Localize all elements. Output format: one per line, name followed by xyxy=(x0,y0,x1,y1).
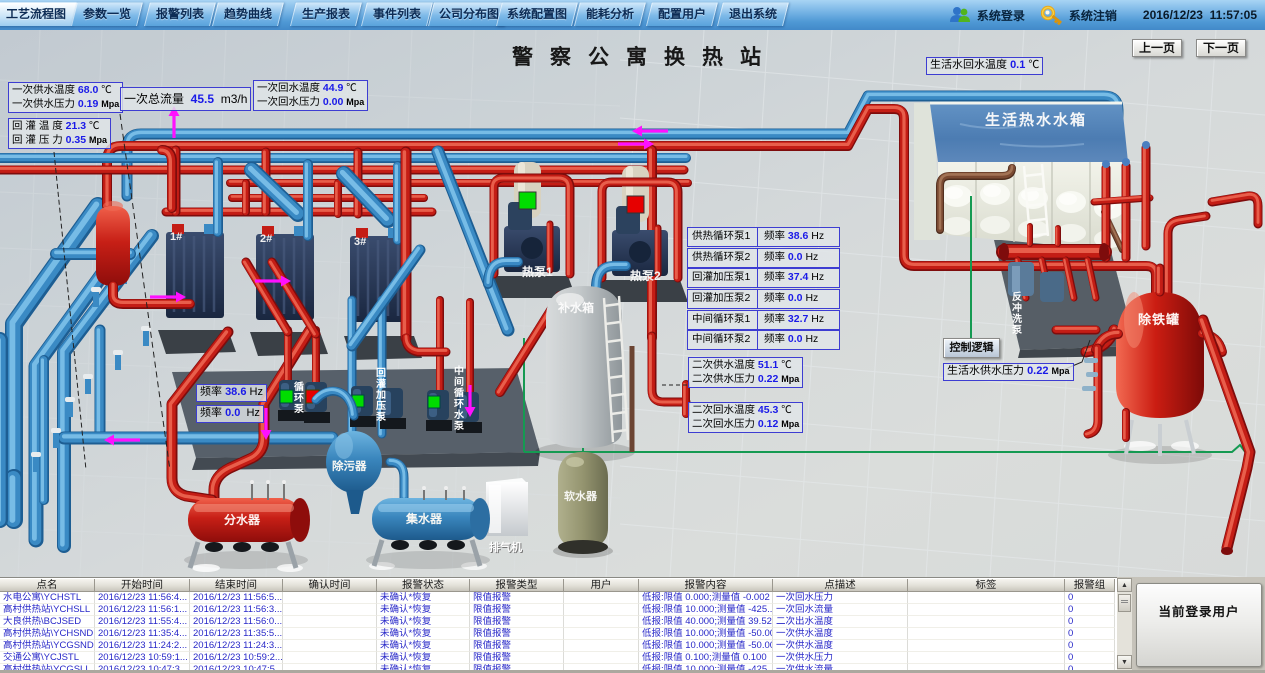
svg-text:中: 中 xyxy=(454,365,464,377)
svg-text:补水箱: 补水箱 xyxy=(557,301,594,315)
svg-text:生活热水水箱: 生活热水水箱 xyxy=(985,111,1087,129)
svg-text:水: 水 xyxy=(453,409,465,421)
svg-text:软水器: 软水器 xyxy=(564,490,598,503)
svg-text:反: 反 xyxy=(1012,291,1022,303)
svg-text:泵: 泵 xyxy=(454,420,465,432)
svg-text:集水器: 集水器 xyxy=(405,512,443,526)
svg-text:循: 循 xyxy=(294,381,304,393)
svg-text:加: 加 xyxy=(375,389,386,401)
svg-text:热泵2: 热泵2 xyxy=(630,269,661,283)
svg-text:环: 环 xyxy=(454,399,464,410)
svg-text:压: 压 xyxy=(376,400,386,412)
svg-text:间: 间 xyxy=(454,376,464,388)
svg-text:分水器: 分水器 xyxy=(224,513,261,527)
svg-text:洗: 洗 xyxy=(1012,313,1022,325)
svg-text:冲: 冲 xyxy=(1012,302,1022,314)
svg-text:1#: 1# xyxy=(170,231,182,243)
svg-text:泵: 泵 xyxy=(1012,324,1023,336)
svg-text:2#: 2# xyxy=(260,233,272,245)
svg-text:灌: 灌 xyxy=(376,378,386,390)
svg-text:3#: 3# xyxy=(354,236,366,248)
svg-text:循: 循 xyxy=(454,387,464,399)
svg-text:排气机: 排气机 xyxy=(489,541,522,554)
svg-text:除污器: 除污器 xyxy=(332,459,367,473)
svg-text:泵: 泵 xyxy=(376,411,387,423)
svg-text:环: 环 xyxy=(294,393,304,404)
svg-text:泵: 泵 xyxy=(294,403,305,415)
svg-text:除铁罐: 除铁罐 xyxy=(1138,312,1180,327)
svg-text:热泵1: 热泵1 xyxy=(522,265,553,279)
svg-text:回: 回 xyxy=(376,367,386,379)
